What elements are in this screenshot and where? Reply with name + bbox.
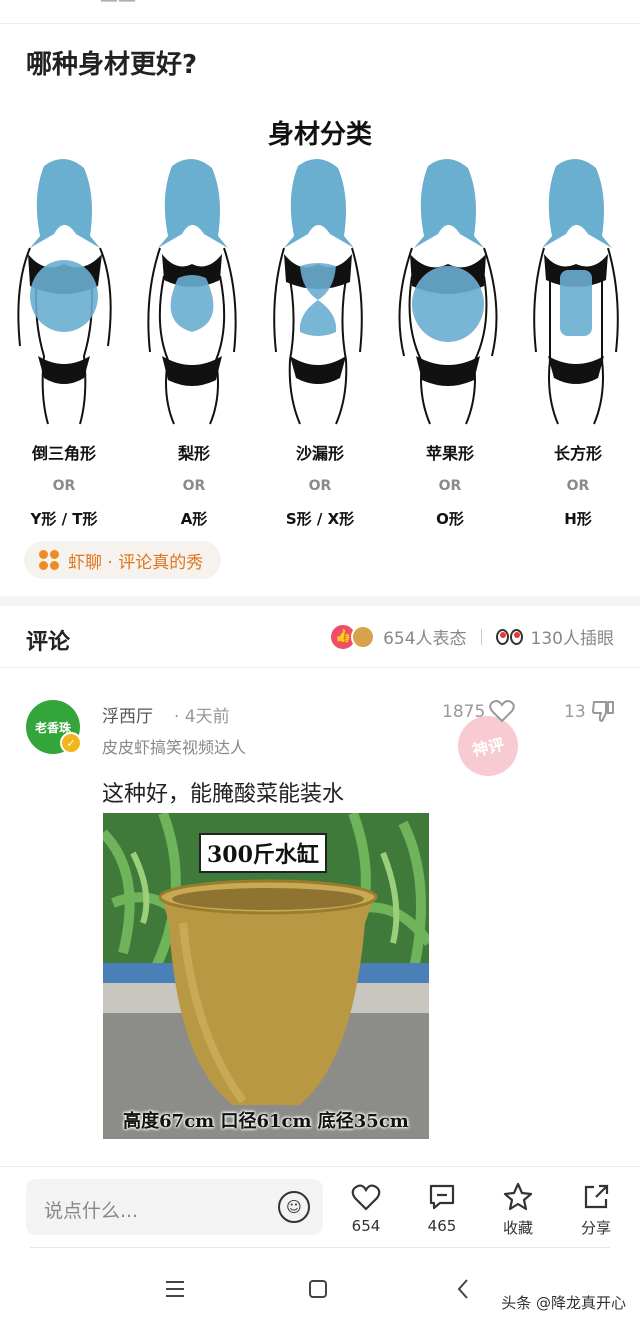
bar-divider	[30, 1247, 610, 1248]
watermark: 头条 @降龙真开心	[501, 1294, 626, 1312]
topic-tag[interactable]: 虾聊 · 评论真的秀	[24, 541, 222, 579]
comment-dislike-count: 13	[564, 702, 586, 722]
comment-text: 这种好，能腌酸菜能装水	[102, 782, 345, 807]
reaction-summary[interactable]: 👍 654人表态 130人插眼	[331, 624, 614, 649]
shape-or: OR	[182, 478, 206, 494]
section-divider	[0, 596, 640, 606]
verified-badge-icon: ✓	[60, 732, 82, 754]
shape-name: 倒三角形	[31, 444, 96, 463]
shape-alt: S形 / X形	[285, 510, 355, 526]
comment-input-placeholder: 说点什么...	[44, 1200, 139, 1222]
body-illustration-rectangle	[516, 156, 636, 486]
shape-or: OR	[566, 478, 590, 494]
shape-name: 沙漏形	[295, 444, 344, 463]
thumbs-down-icon[interactable]	[590, 698, 616, 724]
favorite-button[interactable]: 收藏	[488, 1181, 548, 1238]
comment-button[interactable]: 465	[412, 1181, 472, 1235]
shape-alt: H形	[564, 510, 592, 526]
like-count: 654	[351, 1217, 381, 1235]
like-button[interactable]: 654	[336, 1181, 396, 1235]
comment-count: 465	[427, 1217, 457, 1235]
previous-content-cut: ——	[0, 0, 640, 24]
eyes-icon	[495, 628, 523, 645]
topic-tag-label: 虾聊 · 评论真的秀	[68, 552, 204, 573]
heart-icon	[351, 1184, 381, 1211]
comment-username[interactable]: 浮西厅	[102, 702, 153, 727]
body-illustration-inverted-triangle	[4, 156, 124, 486]
shape-name: 梨形	[177, 444, 210, 463]
back-icon[interactable]	[448, 1274, 478, 1304]
comment-like-count: 1875	[442, 702, 486, 722]
share-icon	[584, 1184, 609, 1209]
body-shape-figure: 身材分类 倒三角形 OR Y形 / T形 梨形 OR A形 沙漏形 OR S形 …	[0, 96, 640, 526]
comments-header: 评论 👍 654人表态 130人插眼	[0, 606, 640, 668]
emoji-icon[interactable]: ☺	[278, 1191, 310, 1223]
post-title: 哪种身材更好?	[26, 50, 198, 80]
shape-alt: A形	[180, 510, 208, 526]
heart-like-icon[interactable]	[488, 697, 516, 725]
cap-reaction-icon	[351, 624, 376, 649]
clover-icon	[38, 549, 60, 571]
shape-or: OR	[438, 478, 462, 494]
reactions-count: 654人表态	[383, 629, 467, 649]
menu-icon[interactable]	[160, 1274, 190, 1304]
reaction-divider	[480, 628, 482, 645]
eyes-count: 130人插眼	[530, 629, 614, 649]
system-nav-bar: 头条 @降龙真开心	[0, 1252, 640, 1324]
shape-or: OR	[52, 478, 76, 494]
shape-or: OR	[308, 478, 332, 494]
comment-time: · 4天前	[174, 707, 230, 727]
image-label: 300斤水缸	[199, 833, 327, 873]
user-description: 皮皮虾搞笑视频达人	[102, 738, 247, 757]
comment-image[interactable]: 300斤水缸 高度67cm 口径61cm 底径35cm	[103, 813, 429, 1139]
shape-alt: Y形 / T形	[30, 510, 98, 526]
home-icon[interactable]	[303, 1274, 333, 1304]
shape-alt: O形	[436, 510, 464, 526]
bottom-action-bar: 说点什么... ☺ 654 465 收藏 分享	[0, 1166, 640, 1252]
share-button[interactable]: 分享	[566, 1181, 626, 1238]
comments-title: 评论	[26, 630, 71, 655]
comment-icon	[429, 1184, 455, 1210]
figure-title: 身材分类	[267, 120, 372, 150]
share-label: 分享	[580, 1219, 611, 1237]
body-illustration-apple	[388, 156, 508, 486]
shape-name: 长方形	[553, 444, 602, 463]
body-illustration-hourglass	[258, 156, 378, 486]
favorite-label: 收藏	[502, 1219, 533, 1237]
star-icon	[503, 1182, 533, 1211]
shape-name: 苹果形	[425, 444, 474, 463]
body-illustration-pear	[132, 156, 252, 486]
image-caption: 高度67cm 口径61cm 底径35cm	[123, 1111, 409, 1132]
